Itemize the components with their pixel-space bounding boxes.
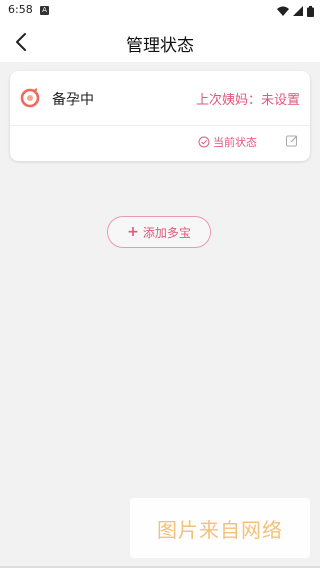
watermark: 图片来自网络 xyxy=(130,498,310,558)
status-icons xyxy=(277,5,314,17)
top-app-bar: 管理状态 xyxy=(0,22,320,62)
current-state-label: 当前状态 xyxy=(213,136,257,149)
status-row[interactable]: 备孕中 上次姨妈：未设置 xyxy=(10,71,310,125)
battery-icon xyxy=(307,5,314,17)
plus-icon: + xyxy=(127,224,139,240)
last-period-label: 上次姨妈：未设置 xyxy=(195,93,300,108)
check-circle-icon xyxy=(198,136,210,148)
edit-icon[interactable] xyxy=(285,134,299,148)
current-state-indicator: 当前状态 xyxy=(198,134,257,150)
pregnancy-prep-icon xyxy=(20,88,40,108)
notification-icon: A xyxy=(40,6,49,15)
status-bar: 6:58 A xyxy=(0,0,320,22)
page-title: 管理状态 xyxy=(126,36,194,56)
divider xyxy=(10,125,310,126)
status-time: 6:58 xyxy=(8,3,33,16)
signal-icon xyxy=(293,6,303,16)
wifi-icon xyxy=(277,6,289,16)
add-baby-label: 添加多宝 xyxy=(142,225,191,240)
status-card: 备孕中 上次姨妈：未设置 当前状态 xyxy=(10,71,310,161)
add-baby-button[interactable]: + 添加多宝 xyxy=(107,216,211,248)
status-name: 备孕中 xyxy=(52,92,94,108)
